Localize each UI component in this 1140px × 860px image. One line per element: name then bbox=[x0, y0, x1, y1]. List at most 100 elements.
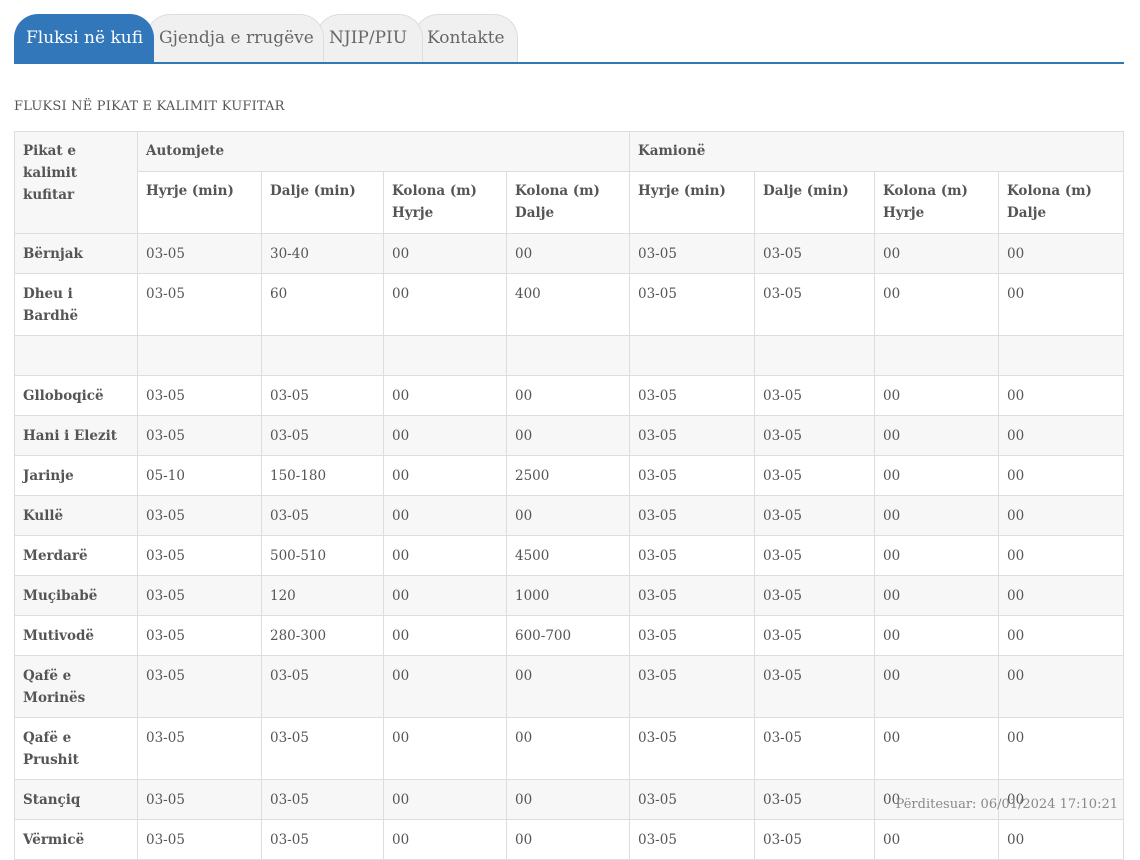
crossing-name: Hani i Elezit bbox=[14, 415, 138, 456]
table-cell: 03-05 bbox=[137, 375, 262, 416]
table-row: Mutivodë 03-05 280-300 00 600-700 03-05 03-05 0… bbox=[14, 615, 1124, 656]
table-cell bbox=[261, 335, 384, 376]
column-header: Kolona (m) Dalje bbox=[506, 171, 630, 234]
table-cell: 00 bbox=[998, 375, 1124, 416]
table-cell: 00 bbox=[874, 535, 999, 576]
table-cell: 500-510 bbox=[261, 535, 384, 576]
table-cell: 00 bbox=[998, 455, 1124, 496]
table-cell: 120 bbox=[261, 575, 384, 616]
table-cell: 03-05 bbox=[754, 495, 875, 536]
table-cell: 00 bbox=[998, 415, 1124, 456]
table-cell: 03-05 bbox=[137, 415, 262, 456]
corner-header: Pikat e kalimit kufitar bbox=[14, 131, 138, 234]
table-row: Kullë 03-05 03-05 00 00 03-05 03-05 00 00 bbox=[14, 495, 1124, 536]
table-cell: 03-05 bbox=[261, 375, 384, 416]
table-cell: 00 bbox=[383, 819, 507, 860]
crossing-name: Jarinje bbox=[14, 455, 138, 496]
table-cell: 00 bbox=[998, 273, 1124, 336]
table-cell: 03-05 bbox=[629, 273, 755, 336]
table-cell: 03-05 bbox=[754, 415, 875, 456]
table-cell: 03-05 bbox=[261, 415, 384, 456]
table-cell: 03-05 bbox=[629, 375, 755, 416]
table-cell: 00 bbox=[998, 819, 1124, 860]
table-cell: 00 bbox=[998, 717, 1124, 780]
table-row: Bërnjak 03-05 30-40 00 00 03-05 03-05 00 00 bbox=[14, 233, 1124, 274]
border-flux-table: Pikat e kalimit kufitar Automjete Kamion… bbox=[14, 131, 1124, 860]
table-cell: 00 bbox=[383, 415, 507, 456]
table-cell: 00 bbox=[383, 455, 507, 496]
crossing-name: Kullë bbox=[14, 495, 138, 536]
table-row: Hani i Elezit 03-05 03-05 00 00 03-05 03-05 00 0… bbox=[14, 415, 1124, 456]
table-cell: 4500 bbox=[506, 535, 630, 576]
tab-bar: Fluksi në kufi Gjendja e rrugëve NJIP/PI… bbox=[14, 14, 1124, 64]
table-cell: 150-180 bbox=[261, 455, 384, 496]
table-cell: 00 bbox=[506, 819, 630, 860]
table-cell: 00 bbox=[874, 575, 999, 616]
table-cell: 03-05 bbox=[137, 615, 262, 656]
table-row: Dheu i Bardhë 03-05 60 00 400 03-05 03-05 00 00 bbox=[14, 273, 1124, 336]
table-row: Jarinje 05-10 150-180 00 2500 03-05 03-05 00 00 bbox=[14, 455, 1124, 496]
table-cell: 03-05 bbox=[629, 495, 755, 536]
crossing-name: Qafë e Prushit bbox=[14, 717, 138, 780]
tab-road-conditions[interactable]: Gjendja e rrugëve bbox=[146, 14, 324, 62]
table-row: Vërmicë 03-05 03-05 00 00 03-05 03-05 00 00 bbox=[14, 819, 1124, 860]
table-cell: 03-05 bbox=[629, 615, 755, 656]
table-cell: 60 bbox=[261, 273, 384, 336]
table-cell: 00 bbox=[998, 535, 1124, 576]
tab-contacts[interactable]: Kontakte bbox=[414, 14, 518, 62]
table-row bbox=[14, 335, 1124, 376]
table-cell: 280-300 bbox=[261, 615, 384, 656]
table-cell: 00 bbox=[506, 779, 630, 820]
table-cell bbox=[629, 335, 755, 376]
table-cell: 00 bbox=[874, 819, 999, 860]
table-cell: 03-05 bbox=[137, 819, 262, 860]
table-cell: 03-05 bbox=[261, 779, 384, 820]
column-header: Dalje (min) bbox=[261, 171, 384, 234]
table-cell: 03-05 bbox=[754, 717, 875, 780]
table-cell: 03-05 bbox=[629, 455, 755, 496]
group-header-trucks: Kamionë bbox=[629, 131, 1124, 172]
table-cell bbox=[998, 335, 1124, 376]
crossing-name: Bërnjak bbox=[14, 233, 138, 274]
table-cell: 00 bbox=[383, 615, 507, 656]
table-cell bbox=[754, 335, 875, 376]
table-cell: 00 bbox=[383, 273, 507, 336]
table-cell: 03-05 bbox=[629, 819, 755, 860]
group-header-vehicles: Automjete bbox=[137, 131, 630, 172]
table-row: Glloboqicë 03-05 03-05 00 00 03-05 03-05 00 00 bbox=[14, 375, 1124, 416]
column-header: Kolona (m) Hyrje bbox=[383, 171, 507, 234]
table-cell: 00 bbox=[998, 575, 1124, 616]
table-cell: 00 bbox=[506, 655, 630, 718]
table-row: Muçibabë 03-05 120 00 1000 03-05 03-05 00 00 bbox=[14, 575, 1124, 616]
last-updated: Përditesuar: 06/01/2024 17:10:21 bbox=[895, 797, 1118, 812]
table-cell: 00 bbox=[874, 717, 999, 780]
header-row-columns: Hyrje (min) Dalje (min) Kolona (m) Hyrje… bbox=[15, 171, 1124, 234]
table-cell: 00 bbox=[506, 375, 630, 416]
table-cell: 00 bbox=[506, 495, 630, 536]
crossing-name: Merdarë bbox=[14, 535, 138, 576]
table-cell: 03-05 bbox=[137, 273, 262, 336]
table-cell bbox=[137, 335, 262, 376]
table-cell: 03-05 bbox=[754, 575, 875, 616]
table-cell: 03-05 bbox=[137, 655, 262, 718]
crossing-name: Qafë e Morinës bbox=[14, 655, 138, 718]
table-cell: 00 bbox=[998, 233, 1124, 274]
table-cell: 05-10 bbox=[137, 455, 262, 496]
table-cell: 03-05 bbox=[629, 655, 755, 718]
table-cell: 03-05 bbox=[754, 779, 875, 820]
crossing-name: Stançiq bbox=[14, 779, 138, 820]
table-cell: 03-05 bbox=[629, 717, 755, 780]
table-cell: 03-05 bbox=[261, 717, 384, 780]
table-cell: 00 bbox=[874, 455, 999, 496]
table-cell: 00 bbox=[998, 495, 1124, 536]
table-cell: 03-05 bbox=[629, 779, 755, 820]
table-row: Qafë e Prushit 03-05 03-05 00 00 03-05 03-05 00… bbox=[14, 717, 1124, 780]
table-cell: 03-05 bbox=[261, 655, 384, 718]
crossing-name: Muçibabë bbox=[14, 575, 138, 616]
column-header: Hyrje (min) bbox=[629, 171, 755, 234]
table-cell: 00 bbox=[506, 717, 630, 780]
tab-njip-piu[interactable]: NJIP/PIU bbox=[316, 14, 423, 62]
tab-border-flux[interactable]: Fluksi në kufi bbox=[14, 14, 154, 62]
table-cell: 03-05 bbox=[137, 495, 262, 536]
table-cell: 00 bbox=[383, 375, 507, 416]
